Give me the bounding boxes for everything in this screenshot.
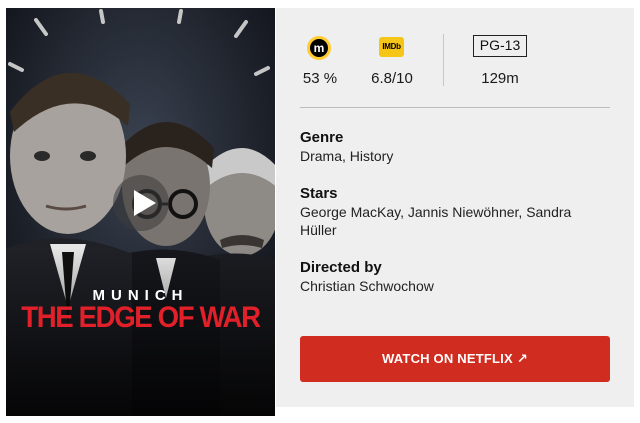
genre-label: Genre — [300, 129, 344, 146]
ratings-divider — [443, 34, 444, 86]
stars-label: Stars — [300, 185, 338, 202]
imdb-score: 6.8/10 — [371, 70, 413, 87]
metacritic-score: 53 % — [302, 70, 338, 87]
metacritic-icon: m — [307, 36, 331, 60]
certificate-badge: PG-13 — [473, 35, 527, 57]
genre-section: Genre Drama, History — [300, 128, 610, 165]
external-arrow-icon: ↗ — [516, 351, 528, 366]
watch-on-netflix-label: WATCH ON NETFLIX — [382, 351, 513, 366]
director-label: Directed by — [300, 259, 382, 276]
director-value: Christian Schwochow — [300, 278, 434, 294]
movie-poster[interactable]: MUNICH THE EDGE OF WAR — [6, 8, 275, 416]
play-icon — [134, 190, 156, 216]
runtime: 129m — [481, 70, 519, 87]
imdb-icon: IMDb — [379, 37, 404, 57]
details-panel: m 53 % IMDb 6.8/10 PG-13 129m Genre Dram… — [276, 8, 634, 407]
stars-section: Stars George MacKay, Jannis Niewöhner, S… — [300, 184, 610, 239]
director-section: Directed by Christian Schwochow — [300, 258, 610, 295]
section-divider — [300, 107, 610, 108]
poster-title: THE EDGE OF WAR — [21, 301, 261, 334]
play-trailer-button[interactable] — [113, 175, 169, 231]
stars-value: George MacKay, Jannis Niewöhner, Sandra … — [300, 204, 572, 238]
watch-on-netflix-button[interactable]: WATCH ON NETFLIX ↗ — [300, 336, 610, 382]
ratings-row: m 53 % IMDb 6.8/10 PG-13 129m — [276, 8, 634, 108]
genre-value: Drama, History — [300, 148, 394, 164]
movie-card: MUNICH THE EDGE OF WAR m 53 % IMDb 6.8/1… — [0, 0, 640, 423]
